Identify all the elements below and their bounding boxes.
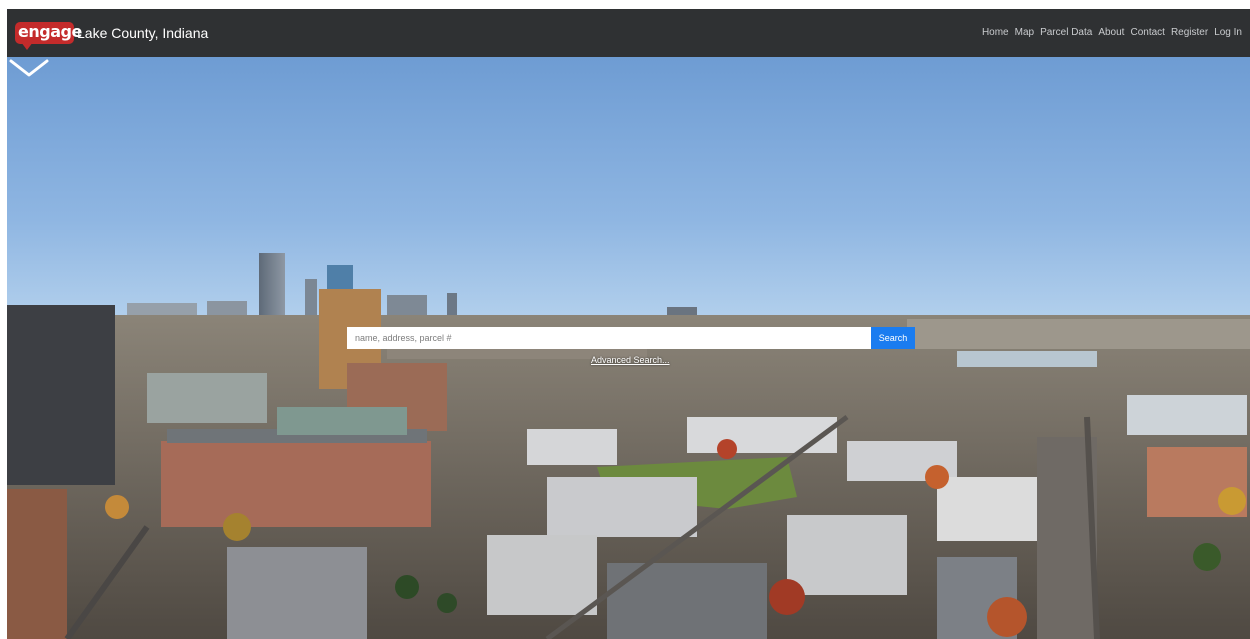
nav-log-in[interactable]: Log In — [1214, 26, 1242, 40]
nav-home[interactable]: Home — [982, 26, 1009, 40]
site-title[interactable]: Lake County, Indiana — [77, 25, 208, 42]
page-frame: engage Lake County, Indiana Home Map Par… — [7, 9, 1250, 639]
nav-parcel-data[interactable]: Parcel Data — [1040, 26, 1092, 40]
logo-text: engage — [18, 22, 82, 41]
top-navbar: engage Lake County, Indiana Home Map Par… — [7, 9, 1250, 57]
nav-links: Home Map Parcel Data About Contact Regis… — [982, 26, 1242, 40]
nav-map[interactable]: Map — [1015, 26, 1034, 40]
search-bar: Search — [347, 327, 915, 349]
search-input[interactable] — [347, 327, 871, 349]
search-button[interactable]: Search — [871, 327, 915, 349]
nav-contact[interactable]: Contact — [1130, 26, 1164, 40]
nav-about[interactable]: About — [1098, 26, 1124, 40]
chevron-down-icon[interactable] — [7, 57, 51, 81]
advanced-search-link[interactable]: Advanced Search... — [591, 355, 670, 365]
nav-register[interactable]: Register — [1171, 26, 1208, 40]
hero-section: Search Advanced Search... — [7, 57, 1250, 639]
